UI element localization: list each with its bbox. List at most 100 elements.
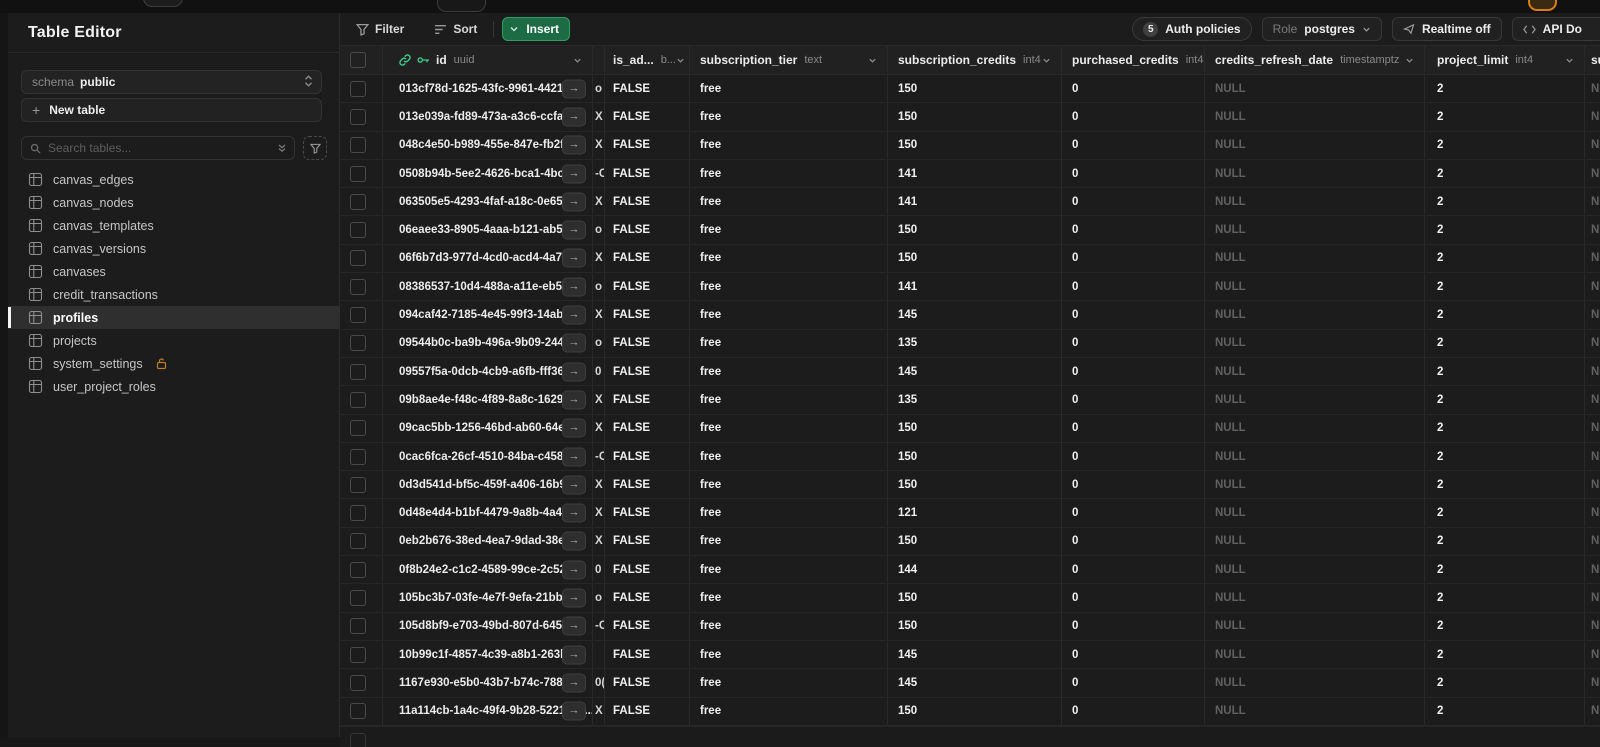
cell-tier[interactable]: free: [690, 499, 888, 527]
column-header-credits-refresh-date[interactable]: credits_refresh_date timestamptz: [1205, 46, 1425, 74]
expand-row-button[interactable]: →: [562, 192, 586, 212]
column-header-clipped[interactable]: su: [1585, 46, 1600, 74]
cell-is_admin[interactable]: FALSE: [605, 103, 690, 131]
cell-limit[interactable]: 2: [1425, 188, 1585, 216]
cell-sub_credits[interactable]: 145: [888, 357, 1062, 386]
cell-sub_credits[interactable]: 121: [888, 499, 1062, 527]
cell-last[interactable]: NU: [1585, 556, 1600, 583]
cell-purchased[interactable]: 0: [1062, 357, 1205, 386]
cell-last[interactable]: NU: [1585, 698, 1600, 725]
sidebar-filter-button[interactable]: [303, 136, 327, 160]
expand-row-button[interactable]: →: [562, 503, 586, 523]
expand-row-button[interactable]: →: [562, 531, 586, 551]
cell-tier[interactable]: free: [690, 471, 888, 499]
column-header-is-admin[interactable]: is_ad... b...: [605, 46, 690, 74]
cell-refresh[interactable]: NULL: [1205, 386, 1425, 414]
cell-refresh[interactable]: NULL: [1205, 527, 1425, 556]
cell-id[interactable]: 08386537-10d4-488a-a11e-eb5a6... →: [383, 273, 593, 301]
cell-limit[interactable]: 2: [1425, 612, 1585, 640]
cell-extra[interactable]: -C: [593, 159, 605, 188]
cell-sub_credits[interactable]: 150: [888, 471, 1062, 499]
filter-button[interactable]: Filter: [348, 22, 412, 36]
cell-last[interactable]: NU: [1585, 386, 1600, 413]
cell-extra[interactable]: X: [593, 499, 605, 527]
cell-is_admin[interactable]: FALSE: [605, 414, 690, 442]
cell-checkbox[interactable]: [340, 329, 383, 357]
cell-is_admin[interactable]: FALSE: [605, 188, 690, 216]
cell-checkbox[interactable]: [340, 640, 383, 669]
chevron-down-icon[interactable]: [676, 56, 685, 65]
cell-checkbox[interactable]: [340, 244, 383, 273]
cell-last[interactable]: NU: [1585, 641, 1600, 668]
row-checkbox[interactable]: [350, 80, 366, 97]
cell-sub_credits[interactable]: 144: [888, 556, 1062, 584]
cell-id[interactable]: 09544b0c-ba9b-496a-9b09-244... →: [383, 329, 593, 357]
expand-row-button[interactable]: →: [562, 362, 586, 382]
cell-purchased[interactable]: 0: [1062, 103, 1205, 131]
cell-refresh[interactable]: NULL: [1205, 188, 1425, 216]
cell-tier[interactable]: free: [690, 357, 888, 386]
cell-last[interactable]: NU: [1585, 358, 1600, 385]
chevron-down-icon[interactable]: [1405, 56, 1414, 65]
column-header-subscription-tier[interactable]: subscription_tier text: [690, 46, 888, 74]
cell-sub_credits[interactable]: 145: [888, 640, 1062, 669]
cell-checkbox[interactable]: [340, 273, 383, 301]
row-checkbox[interactable]: [350, 335, 366, 352]
cell-limit[interactable]: 2: [1425, 471, 1585, 499]
cell-refresh[interactable]: NULL: [1205, 669, 1425, 697]
cell-last[interactable]: NU: [1585, 613, 1600, 640]
realtime-toggle-button[interactable]: Realtime off: [1391, 17, 1502, 41]
cell-sub_credits[interactable]: 150: [888, 414, 1062, 442]
cell-checkbox[interactable]: [340, 442, 383, 471]
cell-checkbox[interactable]: [340, 414, 383, 442]
cell-is_admin[interactable]: FALSE: [605, 75, 690, 103]
expand-row-button[interactable]: →: [562, 107, 586, 127]
cell-limit[interactable]: 2: [1425, 499, 1585, 527]
cell-is_admin[interactable]: FALSE: [605, 612, 690, 640]
cell-checkbox[interactable]: [340, 103, 383, 131]
sidebar-item-user_project_roles[interactable]: user_project_roles: [8, 375, 340, 398]
cell-tier[interactable]: free: [690, 527, 888, 556]
cell-purchased[interactable]: 0: [1062, 640, 1205, 669]
column-header-truncated[interactable]: [593, 46, 605, 74]
cell-purchased[interactable]: 0: [1062, 188, 1205, 216]
cell-last[interactable]: NU: [1585, 245, 1600, 272]
cell-is_admin[interactable]: FALSE: [605, 556, 690, 584]
row-checkbox[interactable]: [350, 703, 366, 720]
cell-limit[interactable]: 2: [1425, 669, 1585, 697]
cell-extra[interactable]: -C: [593, 442, 605, 471]
cell-checkbox[interactable]: [340, 216, 383, 244]
cell-id[interactable]: 09b8ae4e-f48c-4f89-8a8c-1629b... →: [383, 386, 593, 414]
sidebar-item-canvas_versions[interactable]: canvas_versions: [8, 237, 340, 260]
cell-sub_credits[interactable]: 150: [888, 612, 1062, 640]
cell-last[interactable]: NU: [1585, 132, 1600, 159]
cell-purchased[interactable]: 0: [1062, 75, 1205, 103]
cell-extra[interactable]: o: [593, 584, 605, 612]
api-docs-button[interactable]: API Do: [1511, 17, 1600, 41]
cell-is_admin[interactable]: FALSE: [605, 159, 690, 188]
cell-limit[interactable]: 2: [1425, 159, 1585, 188]
cell-checkbox[interactable]: [340, 556, 383, 584]
cell-refresh[interactable]: NULL: [1205, 556, 1425, 584]
cell-id[interactable]: 094caf42-7185-4e45-99f3-14abee... →: [383, 301, 593, 329]
cell-sub_credits[interactable]: 150: [888, 584, 1062, 612]
cell-last[interactable]: NU: [1585, 188, 1600, 215]
row-checkbox[interactable]: [350, 646, 366, 663]
expand-row-button[interactable]: →: [562, 673, 586, 693]
expand-row-button[interactable]: →: [562, 418, 586, 438]
cell-sub_credits[interactable]: 145: [888, 669, 1062, 697]
cell-tier[interactable]: free: [690, 244, 888, 273]
cell-limit[interactable]: 2: [1425, 640, 1585, 669]
cell-tier[interactable]: free: [690, 414, 888, 442]
cell-last[interactable]: NU: [1585, 499, 1600, 526]
cell-sub_credits[interactable]: 141: [888, 188, 1062, 216]
cell-id[interactable]: 013cf78d-1625-43fc-9961-442189... →: [383, 75, 593, 103]
row-checkbox[interactable]: [350, 420, 366, 437]
cell-last[interactable]: NU: [1585, 528, 1600, 555]
row-checkbox[interactable]: [350, 448, 366, 465]
cell-id[interactable]: 063505e5-4293-4faf-a18c-0e65b... →: [383, 188, 593, 216]
cell-id[interactable]: 105bc3b7-03fe-4e7f-9efa-21bb40... →: [383, 584, 593, 612]
cell-id[interactable]: 09557f5a-0dcb-4cb9-a6fb-fff366... →: [383, 357, 593, 386]
row-checkbox[interactable]: [350, 193, 366, 210]
row-checkbox[interactable]: [350, 505, 366, 522]
